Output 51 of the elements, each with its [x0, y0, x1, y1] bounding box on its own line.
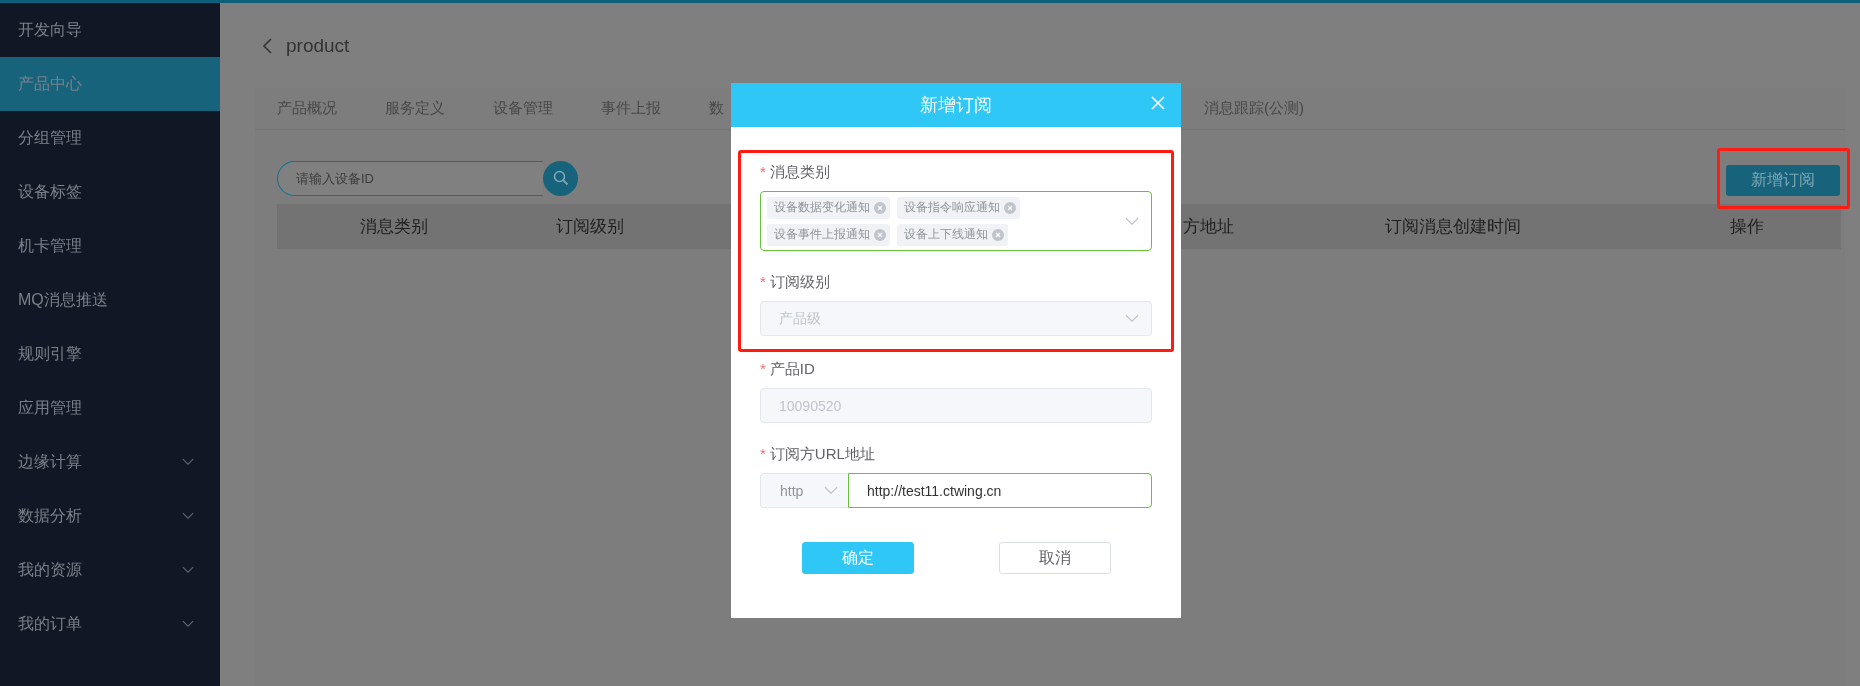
- column-header: 订阅消息创建时间: [1384, 216, 1522, 238]
- tag: 设备数据变化通知: [767, 196, 890, 219]
- close-icon[interactable]: [1151, 96, 1165, 110]
- multi-select[interactable]: 设备数据变化通知 设备指令响应通知 设备事件上报通知 设备上下线通知: [760, 191, 1152, 251]
- search-button[interactable]: [543, 160, 578, 196]
- column-header: 方地址: [1183, 216, 1235, 238]
- sidebar-item[interactable]: 机卡管理: [0, 219, 220, 273]
- chevron-down-icon: [1125, 216, 1139, 226]
- sidebar-item[interactable]: 开发向导: [0, 3, 220, 57]
- tag: 设备上下线通知: [897, 223, 1008, 246]
- sidebar-item[interactable]: 我的订单: [0, 597, 220, 651]
- protocol-select[interactable]: http: [760, 473, 848, 508]
- chevron-down-icon: [182, 512, 194, 520]
- chevron-down-icon: [182, 458, 194, 466]
- sidebar-item[interactable]: 分组管理: [0, 111, 220, 165]
- search-icon: [552, 170, 569, 186]
- required-mark: *: [760, 163, 766, 180]
- remove-icon[interactable]: [874, 201, 886, 214]
- sidebar-item[interactable]: 应用管理: [0, 381, 220, 435]
- column-header: 订阅级别: [555, 216, 625, 238]
- chevron-down-icon: [182, 566, 194, 574]
- dialog-title: 新增订阅: [920, 94, 992, 117]
- url-field[interactable]: http://test11.ctwing.cn: [848, 473, 1152, 508]
- sidebar-item[interactable]: 我的资源: [0, 543, 220, 597]
- search-field[interactable]: 请输入设备ID: [277, 160, 543, 196]
- field-label: 消息类别: [769, 163, 830, 180]
- sidebar-item[interactable]: 数据分析: [0, 489, 220, 543]
- tag: 设备事件上报通知: [767, 223, 890, 246]
- tag: 设备指令响应通知: [897, 196, 1020, 219]
- back-icon[interactable]: [262, 37, 272, 54]
- remove-icon[interactable]: [1004, 201, 1016, 214]
- chevron-down-icon: [182, 620, 194, 628]
- sidebar-item[interactable]: 设备标签: [0, 165, 220, 219]
- cancel-button[interactable]: 取消: [999, 542, 1111, 574]
- sidebar-item[interactable]: MQ消息推送: [0, 273, 220, 327]
- remove-icon[interactable]: [992, 228, 1004, 241]
- sidebar-item[interactable]: 边缘计算: [0, 435, 220, 489]
- required-mark: *: [760, 360, 766, 377]
- column-header: 消息类别: [359, 216, 429, 238]
- required-mark: *: [760, 445, 766, 462]
- page-title: product: [286, 34, 350, 57]
- field-label: 订阅方URL地址: [769, 445, 875, 462]
- remove-icon[interactable]: [874, 228, 886, 241]
- chevron-down-icon: [1125, 314, 1139, 323]
- field-label: 订阅级别: [769, 273, 830, 290]
- column-header: 操作: [1729, 216, 1765, 238]
- add-subscription-button[interactable]: 新增订阅: [1726, 164, 1840, 196]
- field-label: 产品ID: [769, 360, 815, 377]
- required-mark: *: [760, 273, 766, 290]
- sidebar-item[interactable]: 规则引擎: [0, 327, 220, 381]
- chevron-down-icon: [824, 486, 838, 495]
